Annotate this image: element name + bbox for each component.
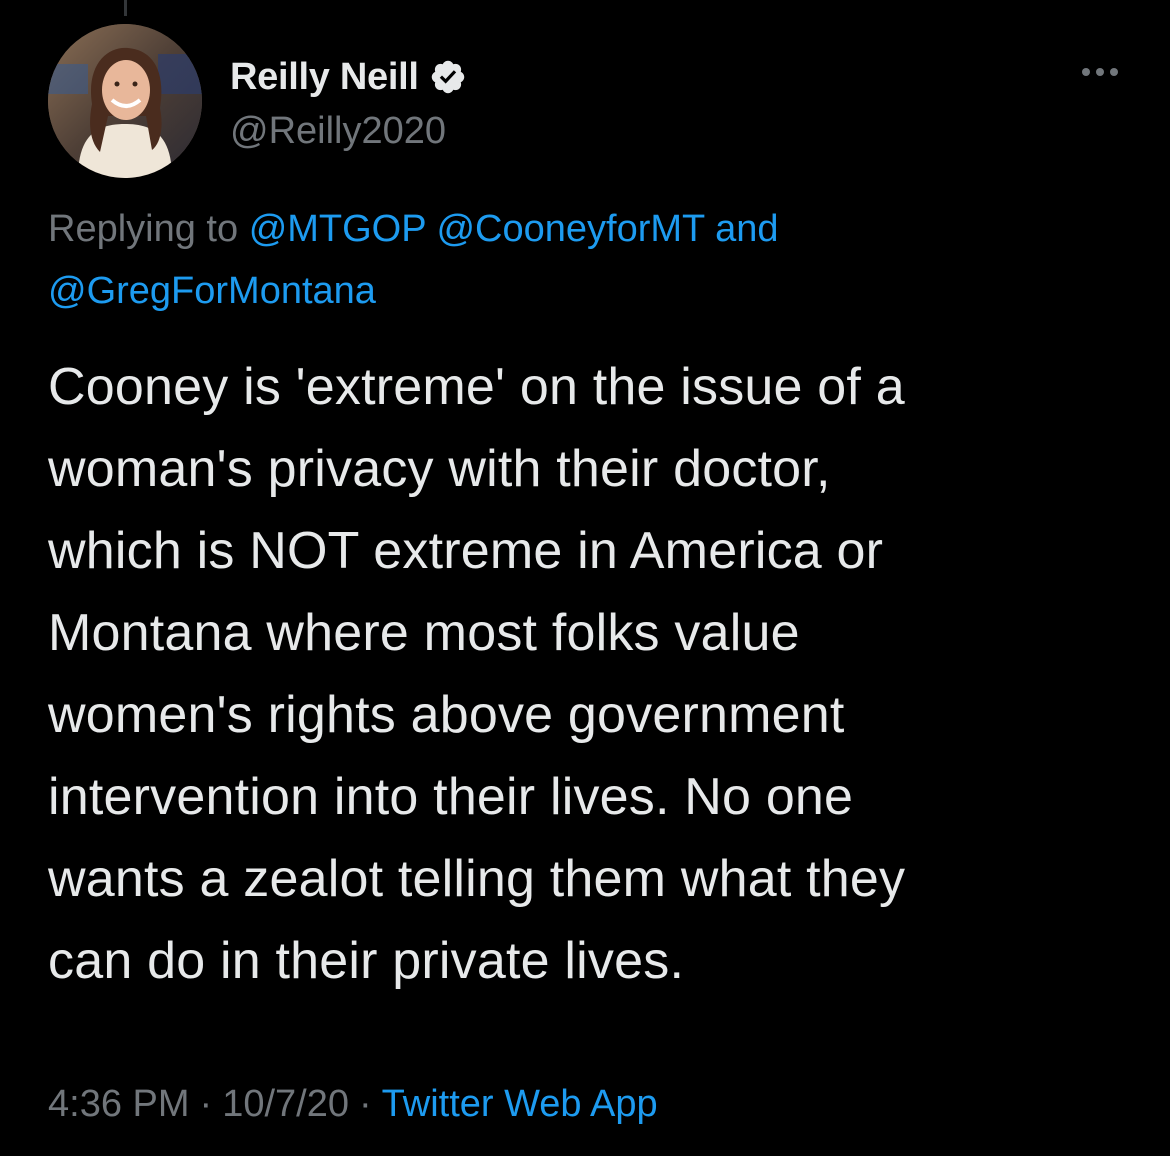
tweet-text-line: women's rights above government <box>48 686 845 744</box>
tweet-metadata: 4:36 PM · 10/7/20 · Twitter Web App <box>48 1083 658 1126</box>
tweet-text-line: woman's privacy with their doctor, <box>48 440 831 498</box>
tweet-source-link[interactable]: Twitter Web App <box>382 1083 658 1125</box>
tweet-time[interactable]: 4:36 PM <box>48 1083 190 1125</box>
author-display-name[interactable]: Reilly Neill <box>230 56 419 99</box>
more-icon-dot <box>1110 68 1118 76</box>
replying-to: Replying to @MTGOP @CooneyforMT and @Gre… <box>48 198 1118 322</box>
mention-link[interactable]: @GregForMontana <box>48 270 376 312</box>
tweet-date[interactable]: 10/7/20 <box>222 1083 349 1125</box>
mention-link[interactable]: @CooneyforMT <box>436 208 704 250</box>
meta-separator: · <box>199 1083 213 1125</box>
more-icon-dot <box>1082 68 1090 76</box>
avatar-photo <box>48 24 202 178</box>
tweet-text-line: Montana where most folks value <box>48 604 800 662</box>
tweet-text-line: wants a zealot telling them what they <box>48 850 906 908</box>
author-handle[interactable]: @Reilly2020 <box>230 110 467 153</box>
mention-link[interactable]: @MTGOP <box>249 208 426 250</box>
author-info: Reilly Neill @Reilly2020 <box>230 52 467 153</box>
meta-separator: · <box>358 1083 372 1125</box>
mention-conjunction: and <box>715 208 779 250</box>
more-icon-dot <box>1096 68 1104 76</box>
author-name-row[interactable]: Reilly Neill <box>230 52 467 102</box>
tweet-text: Cooney is 'extreme' on the issue of a wo… <box>48 346 1138 1002</box>
tweet: Reilly Neill @Reilly2020 Replying to @MT… <box>0 0 1170 1156</box>
tweet-text-line: Cooney is 'extreme' on the issue of a <box>48 358 905 416</box>
tweet-text-line: can do in their private lives. <box>48 932 685 990</box>
tweet-text-line: intervention into their lives. No one <box>48 768 854 826</box>
tweet-header: Reilly Neill @Reilly2020 <box>48 24 1128 180</box>
verified-badge-icon <box>431 60 464 94</box>
more-options-button[interactable] <box>1082 62 1118 82</box>
avatar[interactable] <box>48 24 202 178</box>
tweet-text-line: which is NOT extreme in America or <box>48 522 884 580</box>
replying-to-label: Replying to <box>48 208 239 250</box>
